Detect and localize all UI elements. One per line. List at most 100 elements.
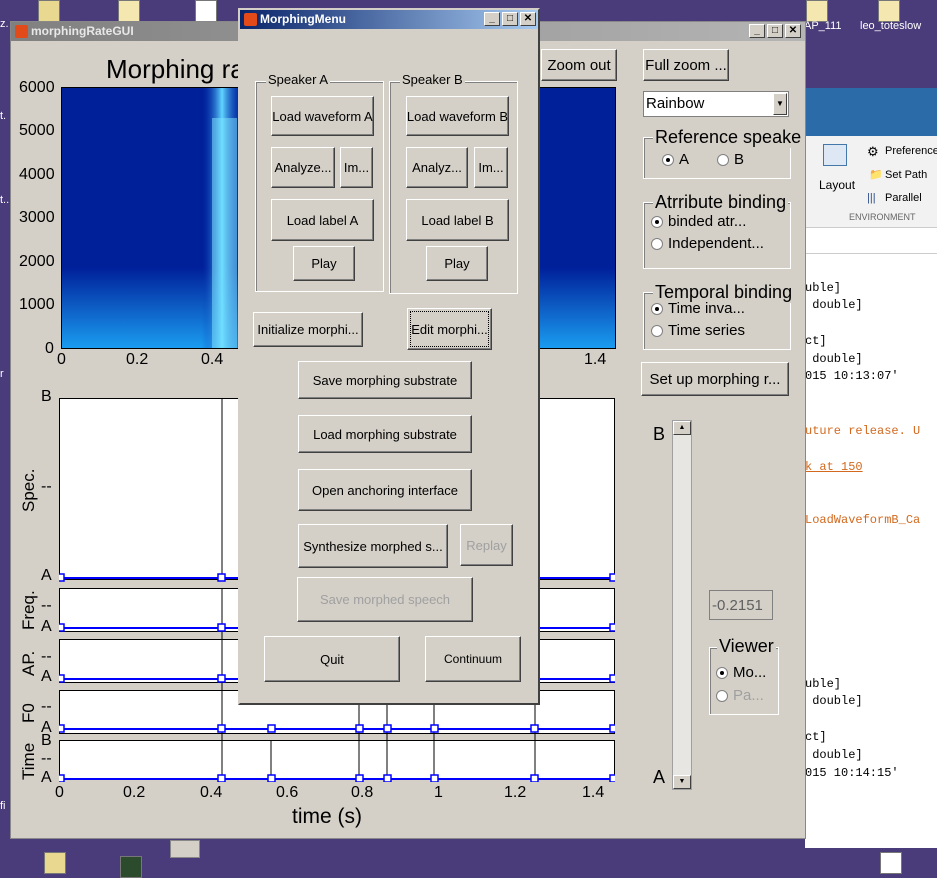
parallel-icon[interactable]: |||: [867, 192, 876, 204]
y-tick: 6000: [19, 79, 55, 96]
desktop-file-icon[interactable]: [880, 852, 902, 874]
window-title: morphingRateGUI: [31, 24, 134, 38]
radio-label: binded atr...: [668, 213, 747, 230]
reference-speaker-b-radio[interactable]: B: [717, 151, 744, 168]
radio-label: B: [734, 151, 745, 168]
desktop-shortcut-icon[interactable]: [195, 0, 217, 22]
desktop-folder-icon[interactable]: [806, 0, 828, 22]
zoom-out-button[interactable]: Zoom out: [541, 49, 617, 81]
slider-down-arrow[interactable]: ▼: [673, 775, 691, 789]
code-line: ct]: [805, 334, 827, 348]
reference-speaker-a-radio[interactable]: A: [662, 151, 689, 168]
set-up-morphing-rate-button[interactable]: Set up morphing r...: [641, 362, 789, 396]
x-tick: 0.4: [200, 784, 223, 801]
address-bar[interactable]: [805, 230, 937, 254]
full-zoom-button[interactable]: Full zoom ...: [643, 49, 729, 81]
colormap-select[interactable]: Rainbow ▼: [643, 91, 789, 117]
load-label-b-button[interactable]: Load label B: [406, 199, 509, 241]
menu-titlebar[interactable]: MorphingMenu _ □ ✕: [240, 10, 538, 29]
slider-bottom-label: A: [653, 767, 666, 787]
x-tick: 0.2: [123, 784, 146, 801]
parallel-label[interactable]: Parallel: [885, 192, 922, 204]
slider-value-field[interactable]: -0.2151: [709, 590, 773, 620]
time-invariant-radio[interactable]: Time inva...: [651, 300, 745, 317]
replay-button[interactable]: Replay: [460, 524, 513, 566]
edit-morphing-button[interactable]: Edit morphi...: [407, 308, 492, 350]
radio-dot: [662, 153, 674, 166]
play-b-button[interactable]: Play: [426, 246, 488, 281]
load-morphing-substrate-button[interactable]: Load morphing substrate: [298, 415, 472, 453]
close-button[interactable]: ✕: [520, 12, 536, 26]
edge-text: r: [0, 368, 4, 380]
viewer-pa-radio[interactable]: Pa...: [716, 687, 764, 704]
hidden-window-tab[interactable]: [170, 840, 200, 858]
code-line: double]: [805, 694, 863, 708]
panel-tick: --: [41, 698, 52, 715]
x-axis-label: time (s): [292, 805, 362, 828]
matlab-toolstrip: Layout ⚙ Preferences 📁 Set Path ||| Para…: [805, 136, 937, 228]
matlab-icon: [15, 25, 28, 38]
warning-link[interactable]: k at 150: [805, 460, 863, 474]
desktop-file-icon[interactable]: [38, 0, 60, 22]
binded-attribute-radio[interactable]: binded atr...: [651, 213, 746, 230]
close-button[interactable]: ✕: [785, 24, 801, 38]
morph-slider[interactable]: ▲ ▼: [672, 420, 692, 790]
panel-ylabel: Freq.: [19, 590, 38, 630]
radio-dot: [651, 237, 663, 250]
load-waveform-a-button[interactable]: Load waveform A: [271, 96, 374, 136]
edge-text: t.: [0, 110, 7, 122]
analyze-a-button[interactable]: Analyze...: [271, 147, 335, 188]
slider-up-arrow[interactable]: ▲: [673, 421, 691, 435]
minimize-button[interactable]: _: [484, 12, 500, 26]
radio-dot: [716, 666, 728, 679]
desktop-icon-label[interactable]: leo_toteslow: [860, 20, 921, 32]
radio-label: Time inva...: [668, 300, 745, 317]
initialize-morphing-button[interactable]: Initialize morphi...: [253, 312, 363, 347]
continuum-button[interactable]: Continuum: [425, 636, 521, 682]
slider-value: -0.2151: [712, 597, 763, 614]
synthesize-morphed-speech-button[interactable]: Synthesize morphed s...: [298, 524, 448, 568]
quit-button[interactable]: Quit: [264, 636, 400, 682]
im-a-button[interactable]: Im...: [340, 147, 373, 188]
desktop-app-icon[interactable]: [120, 856, 142, 878]
x-tick: 0.8: [351, 784, 374, 801]
layout-icon[interactable]: [823, 144, 847, 166]
code-line: double]: [805, 748, 863, 762]
plot-title: Morphing ra: [106, 54, 245, 84]
preferences-label[interactable]: Preferences: [885, 145, 937, 157]
desktop-folder-icon[interactable]: [118, 0, 140, 22]
layout-label[interactable]: Layout: [819, 178, 855, 192]
desktop-file-icon[interactable]: [44, 852, 66, 874]
analyze-b-button[interactable]: Analyz...: [406, 147, 468, 188]
y-tick: 1000: [19, 296, 55, 313]
attribute-binding-label: Atrribute binding: [653, 192, 789, 213]
y-tick: 3000: [19, 209, 55, 226]
desktop-icon-label[interactable]: AP_111: [804, 20, 842, 32]
x-tick: 1: [434, 784, 443, 801]
gear-icon[interactable]: ⚙: [867, 144, 879, 160]
code-line: uble]: [805, 281, 842, 295]
set-path-label[interactable]: Set Path: [885, 169, 927, 181]
radio-dot: [651, 324, 663, 337]
code-line: ct]: [805, 730, 827, 744]
save-morphed-speech-button[interactable]: Save morphed speech: [297, 577, 473, 622]
maximize-button[interactable]: □: [502, 12, 518, 26]
set-path-icon[interactable]: 📁: [869, 168, 883, 181]
x-tick: 0: [57, 351, 66, 368]
minimize-button[interactable]: _: [749, 24, 765, 38]
load-label-a-button[interactable]: Load label A: [271, 199, 374, 241]
x-tick: 0: [55, 784, 64, 801]
desktop-folder-icon[interactable]: [878, 0, 900, 22]
viewer-mode-radio[interactable]: Mo...: [716, 664, 766, 681]
save-morphing-substrate-button[interactable]: Save morphing substrate: [298, 361, 472, 399]
open-anchoring-interface-button[interactable]: Open anchoring interface: [298, 469, 472, 511]
speaker-b-label: Speaker B: [400, 72, 465, 87]
independent-radio[interactable]: Independent...: [651, 235, 764, 252]
im-b-button[interactable]: Im...: [474, 147, 508, 188]
maximize-button[interactable]: □: [767, 24, 783, 38]
load-waveform-b-button[interactable]: Load waveform B: [406, 96, 509, 136]
time-series-radio[interactable]: Time series: [651, 322, 745, 339]
chevron-down-icon[interactable]: ▼: [773, 93, 787, 115]
error-line: LoadWaveformB_Ca: [805, 513, 921, 527]
play-a-button[interactable]: Play: [293, 246, 355, 281]
